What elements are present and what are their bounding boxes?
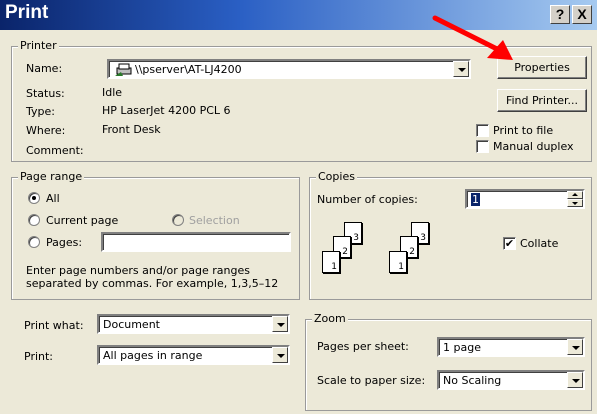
print-value: All pages in range: [103, 349, 203, 362]
copies-group-label: Copies: [316, 170, 357, 183]
zoom-group-label: Zoom: [312, 312, 348, 325]
printer-icon: [115, 63, 133, 77]
collate-page-number: 1: [331, 262, 337, 272]
print-select[interactable]: All pages in range: [97, 345, 290, 365]
current-page-radio-label: Current page: [46, 214, 119, 227]
print-label: Print:: [24, 350, 54, 363]
printer-group-label: Printer: [18, 39, 59, 52]
type-label: Type:: [26, 105, 55, 118]
print-what-dropdown-arrow[interactable]: [272, 316, 288, 332]
collate-page-number: 1: [398, 262, 404, 272]
collate-checkbox[interactable]: ✔: [503, 237, 516, 250]
print-to-file-checkbox[interactable]: [476, 124, 489, 137]
pages-radio[interactable]: [28, 236, 40, 248]
print-what-label: Print what:: [24, 319, 84, 332]
page-range-group: Page range All Current page Selection Pa…: [11, 170, 300, 300]
spinner-down-icon: [572, 202, 578, 205]
number-of-copies-value: 1: [471, 193, 480, 206]
print-to-file-label: Print to file: [493, 124, 554, 137]
scale-label: Scale to paper size:: [317, 374, 426, 387]
comment-label: Comment:: [26, 144, 84, 157]
type-value: HP LaserJet 4200 PCL 6: [102, 104, 231, 117]
number-of-copies-spinner[interactable]: 1: [465, 189, 585, 209]
pages-per-sheet-select[interactable]: 1 page: [437, 337, 585, 357]
manual-duplex-label: Manual duplex: [493, 140, 574, 153]
printer-name-select[interactable]: \\pserver\AT-LJ4200: [107, 59, 471, 79]
help-button[interactable]: ?: [550, 5, 570, 24]
selection-radio[interactable]: [172, 214, 184, 226]
scale-dropdown-arrow[interactable]: [567, 372, 583, 388]
status-label: Status:: [26, 87, 65, 100]
collate-page-number: 3: [353, 233, 359, 243]
find-printer-button[interactable]: Find Printer...: [497, 89, 587, 112]
collate-page-number: 3: [420, 233, 426, 243]
scale-value: No Scaling: [443, 374, 502, 387]
printer-name-value: \\pserver\AT-LJ4200: [135, 63, 242, 76]
all-radio-label: All: [46, 192, 60, 205]
print-dropdown-arrow[interactable]: [272, 347, 288, 363]
pages-input[interactable]: [101, 232, 291, 252]
red-arrow-annotation: [432, 15, 513, 60]
status-value: Idle: [102, 86, 123, 99]
collate-page: 1: [389, 251, 407, 273]
zoom-group: Zoom Pages per sheet: 1 page Scale to pa…: [305, 312, 592, 411]
number-of-copies-label: Number of copies:: [317, 193, 418, 206]
collate-label: Collate: [520, 237, 559, 250]
spinner-up-button[interactable]: [567, 191, 583, 199]
where-label: Where:: [26, 124, 66, 137]
print-what-value: Document: [103, 318, 160, 331]
current-page-radio[interactable]: [28, 214, 40, 226]
collate-page-number: 2: [409, 247, 415, 257]
collate-page-number: 2: [342, 247, 348, 257]
pages-radio-label: Pages:: [46, 236, 83, 249]
spinner-up-icon: [572, 193, 578, 196]
pages-per-sheet-label: Pages per sheet:: [317, 340, 409, 353]
pages-per-sheet-dropdown-arrow[interactable]: [567, 339, 583, 355]
copies-group: Copies Number of copies: 1 3 2 1 3 2 1 ✔…: [309, 170, 592, 300]
print-dialog: Print ? X Printer Name: \\pserver\AT-LJ4…: [0, 0, 597, 414]
scale-select[interactable]: No Scaling: [437, 370, 585, 390]
page-range-hint: Enter page numbers and/or page ranges se…: [26, 264, 279, 290]
pages-per-sheet-value: 1 page: [443, 341, 481, 354]
print-what-select[interactable]: Document: [97, 314, 290, 334]
close-button[interactable]: X: [572, 5, 592, 24]
selection-radio-label: Selection: [189, 214, 240, 227]
page-range-group-label: Page range: [18, 170, 85, 183]
where-value: Front Desk: [102, 123, 161, 136]
all-radio[interactable]: [28, 192, 40, 204]
spinner-down-button[interactable]: [567, 199, 583, 207]
printer-name-label: Name:: [26, 62, 63, 75]
manual-duplex-checkbox[interactable]: [476, 140, 489, 153]
collate-page: 1: [322, 251, 340, 273]
window-title: Print: [5, 2, 49, 23]
